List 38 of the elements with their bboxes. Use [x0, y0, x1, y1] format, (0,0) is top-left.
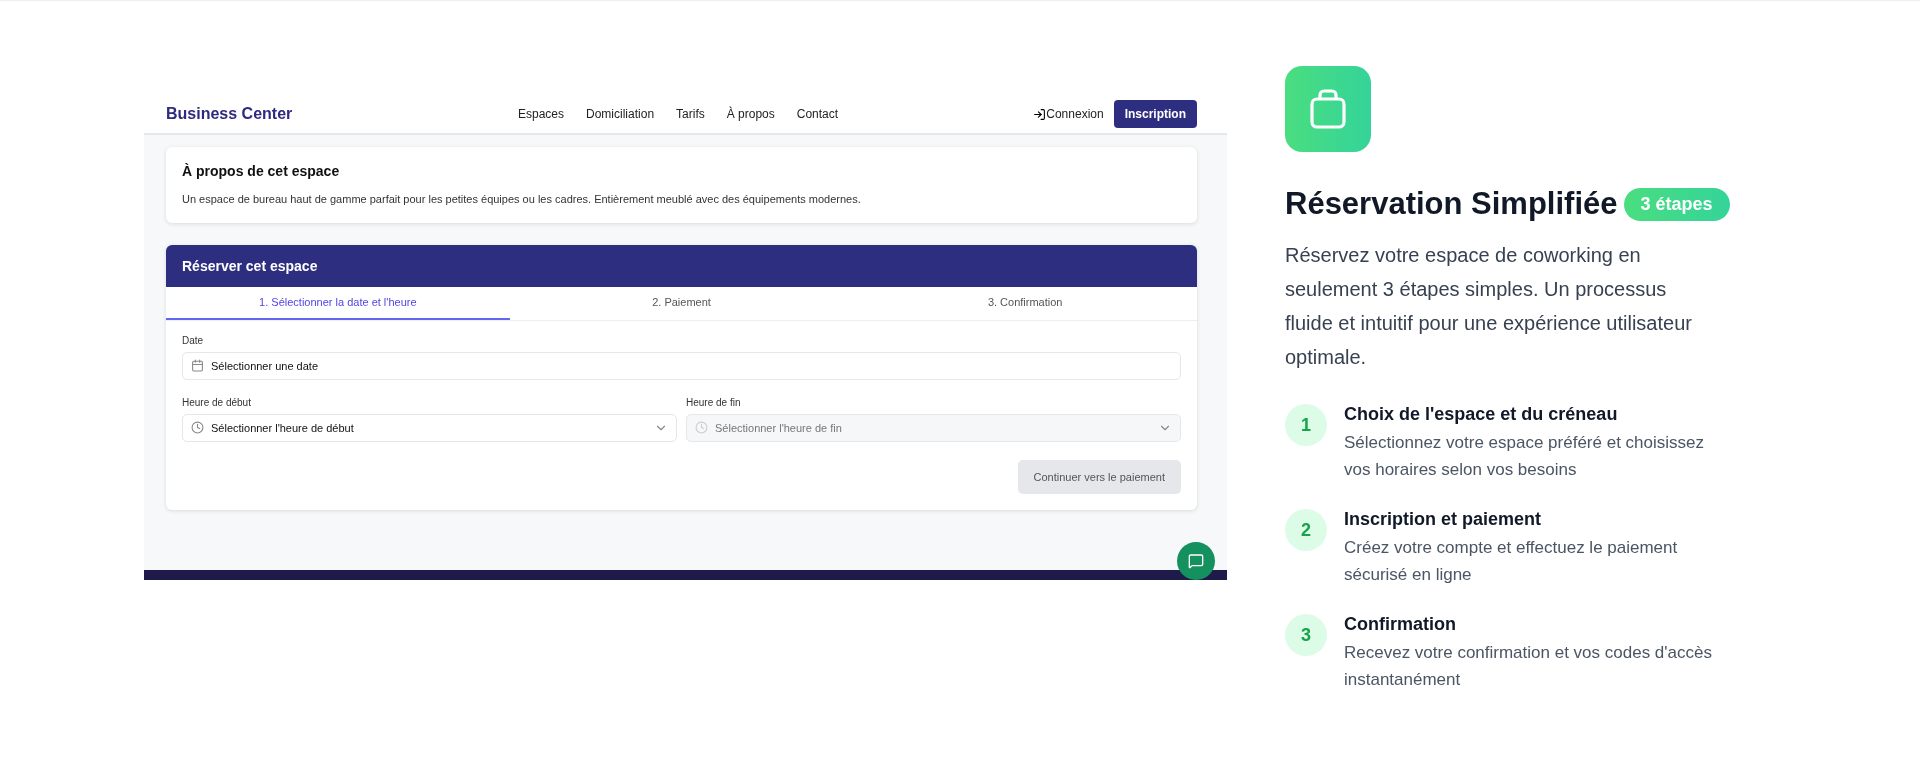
about-text: Un espace de bureau haut de gamme parfait pour les petites équipes ou les cadres. Entièrement meublé avec des équipements modernes.: [182, 193, 862, 205]
field-label: Date: [182, 335, 205, 346]
clock-icon: [695, 421, 708, 434]
step-title: Inscription et paiement: [1344, 509, 1543, 530]
field-label: Heure de fin: [686, 397, 742, 408]
nav-link[interactable]: Tarifs: [676, 107, 705, 121]
step-description: Créez votre compte et effectuez le paiement sécurisé en ligne: [1344, 537, 1679, 586]
step-tab[interactable]: 1. Sélectionner la date et l'heure: [166, 287, 510, 320]
login-icon: [1033, 107, 1047, 121]
step-description: Sélectionnez votre espace préféré et choisissez vos horaires selon vos besoins: [1344, 432, 1706, 481]
feature-title: Réservation Simplifiée: [1285, 186, 1618, 222]
step-description: Recevez votre confirmation et vos codes d'accès instantanément: [1344, 642, 1713, 691]
step-number: 3: [1285, 614, 1327, 656]
signup-button[interactable]: Inscription: [1113, 100, 1197, 128]
booking-title: Réserver cet espace: [166, 245, 1197, 287]
login-link[interactable]: Connexion: [1046, 107, 1104, 121]
time-select[interactable]: Sélectionner l'heure de début: [182, 414, 677, 442]
about-title: À propos de cet espace: [182, 163, 341, 179]
step-tab[interactable]: 2. Paiement: [509, 287, 854, 320]
nav-link[interactable]: Espaces: [518, 107, 565, 121]
steps-badge: 3 étapes: [1623, 187, 1730, 221]
calendar-icon: [191, 359, 204, 372]
step-title: Confirmation: [1344, 614, 1457, 635]
feature-description: Réservez votre espace de coworking en seulement 3 étapes simples. Un processus fluide et intuitif pour une expérience utilisateur optimale.: [1285, 243, 1693, 370]
chat-button[interactable]: [1177, 542, 1215, 580]
nav-link[interactable]: Contact: [796, 107, 839, 121]
clock-icon: [191, 421, 204, 434]
step-title: Choix de l'espace et du créneau: [1344, 404, 1619, 425]
date-field[interactable]: Sélectionner une date: [182, 352, 1181, 380]
chat-icon: [1188, 553, 1204, 569]
bag-icon: [1309, 89, 1347, 129]
field-label: Heure de début: [182, 397, 252, 408]
step-tab[interactable]: 3. Confirmation: [853, 287, 1197, 320]
step-number: 2: [1285, 509, 1327, 551]
step-number: 1: [1285, 404, 1327, 446]
logo[interactable]: Business Center: [166, 105, 496, 123]
nav-link[interactable]: À propos: [726, 107, 775, 121]
nav-link[interactable]: Domiciliation: [586, 107, 655, 121]
